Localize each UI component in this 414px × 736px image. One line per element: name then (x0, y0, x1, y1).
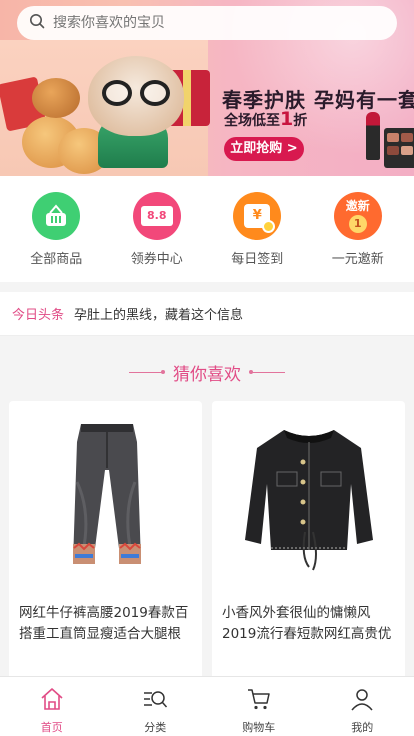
croissant-image (32, 78, 80, 118)
category-search-icon (142, 686, 168, 716)
bottom-tab-bar: 首页 分类 购物车 我的 (0, 676, 414, 736)
invite-badge: 邀新 (345, 199, 370, 213)
search-bar[interactable] (17, 6, 397, 40)
coin-icon: 1 (348, 215, 367, 233)
divider-right (249, 369, 285, 374)
headline-tag: 今日头条 (12, 308, 65, 323)
quick-nav-label: 每日签到 (231, 252, 284, 267)
black-jacket-image (212, 401, 405, 593)
coupon-icon: 8.8 (132, 192, 181, 240)
quick-nav-all-products[interactable]: 全部商品 (11, 192, 101, 282)
tab-profile[interactable]: 我的 (322, 677, 402, 736)
product-title[interactable]: 小香风外套很仙的慵懒风2019流行春短款网红高贵优 (212, 593, 405, 645)
coupon-badge: 8.8 (140, 206, 173, 226)
quick-nav-label: 一元邀新 (331, 252, 384, 267)
calendar-checkin-icon: ¥ (233, 192, 282, 240)
makeup-palette-image (384, 128, 414, 168)
news-headline[interactable]: 今日头条 孕肚上的黑线，藏着这个信息 (0, 292, 414, 336)
tab-cart[interactable]: 购物车 (219, 677, 299, 736)
invite-icon: 邀新 1 (333, 192, 382, 240)
basket-icon (32, 192, 81, 240)
quick-nav-label: 全部商品 (30, 252, 83, 267)
quick-nav: 全部商品 8.8 领券中心 ¥ 每日签到 邀新 1 一元邀新 (0, 176, 414, 282)
quick-nav-daily-checkin[interactable]: ¥ 每日签到 (212, 192, 302, 282)
quick-nav-invite[interactable]: 邀新 1 一元邀新 (313, 192, 403, 282)
lipstick-image (366, 112, 380, 160)
jeans-image (9, 401, 202, 593)
tab-category[interactable]: 分类 (115, 677, 195, 736)
quick-nav-label: 领券中心 (130, 252, 183, 267)
banner-subtitle: 全场低至1折 (224, 108, 308, 130)
cart-icon (246, 686, 272, 716)
product-card[interactable]: 网红牛仔裤高腰2019春款百搭重工直筒显瘦适合大腿根 (9, 401, 202, 691)
tab-label: 首页 (40, 721, 63, 734)
promo-banner[interactable]: 春季护肤 孕妈有一套 全场低至1折 立即抢购 > (0, 0, 414, 176)
tab-home[interactable]: 首页 (12, 677, 92, 736)
home-icon (39, 686, 65, 716)
tab-label: 我的 (351, 721, 374, 734)
tab-label: 分类 (144, 721, 167, 734)
product-card[interactable]: 小香风外套很仙的慵懒风2019流行春短款网红高贵优 (212, 401, 405, 691)
user-icon (349, 686, 375, 716)
product-grid: 网红牛仔裤高腰2019春款百搭重工直筒显瘦适合大腿根 小香风外套很仙的慵懒风20… (9, 401, 405, 691)
quick-nav-coupon-center[interactable]: 8.8 领券中心 (112, 192, 202, 282)
search-icon (29, 13, 45, 33)
section-header: 猜你喜欢 (0, 358, 414, 386)
tab-label: 购物车 (242, 721, 276, 734)
mascot-glasses (96, 80, 176, 106)
divider-left (129, 369, 165, 374)
buy-now-button[interactable]: 立即抢购 > (224, 137, 304, 161)
product-title[interactable]: 网红牛仔裤高腰2019春款百搭重工直筒显瘦适合大腿根 (9, 593, 202, 645)
app-page: 春季护肤 孕妈有一套 全场低至1折 立即抢购 > 全部商品 (0, 0, 414, 736)
headline-text[interactable]: 孕肚上的黑线，藏着这个信息 (74, 304, 243, 323)
section-title: 猜你喜欢 (173, 364, 241, 385)
search-input[interactable] (53, 15, 353, 31)
check-icon (262, 220, 276, 233)
